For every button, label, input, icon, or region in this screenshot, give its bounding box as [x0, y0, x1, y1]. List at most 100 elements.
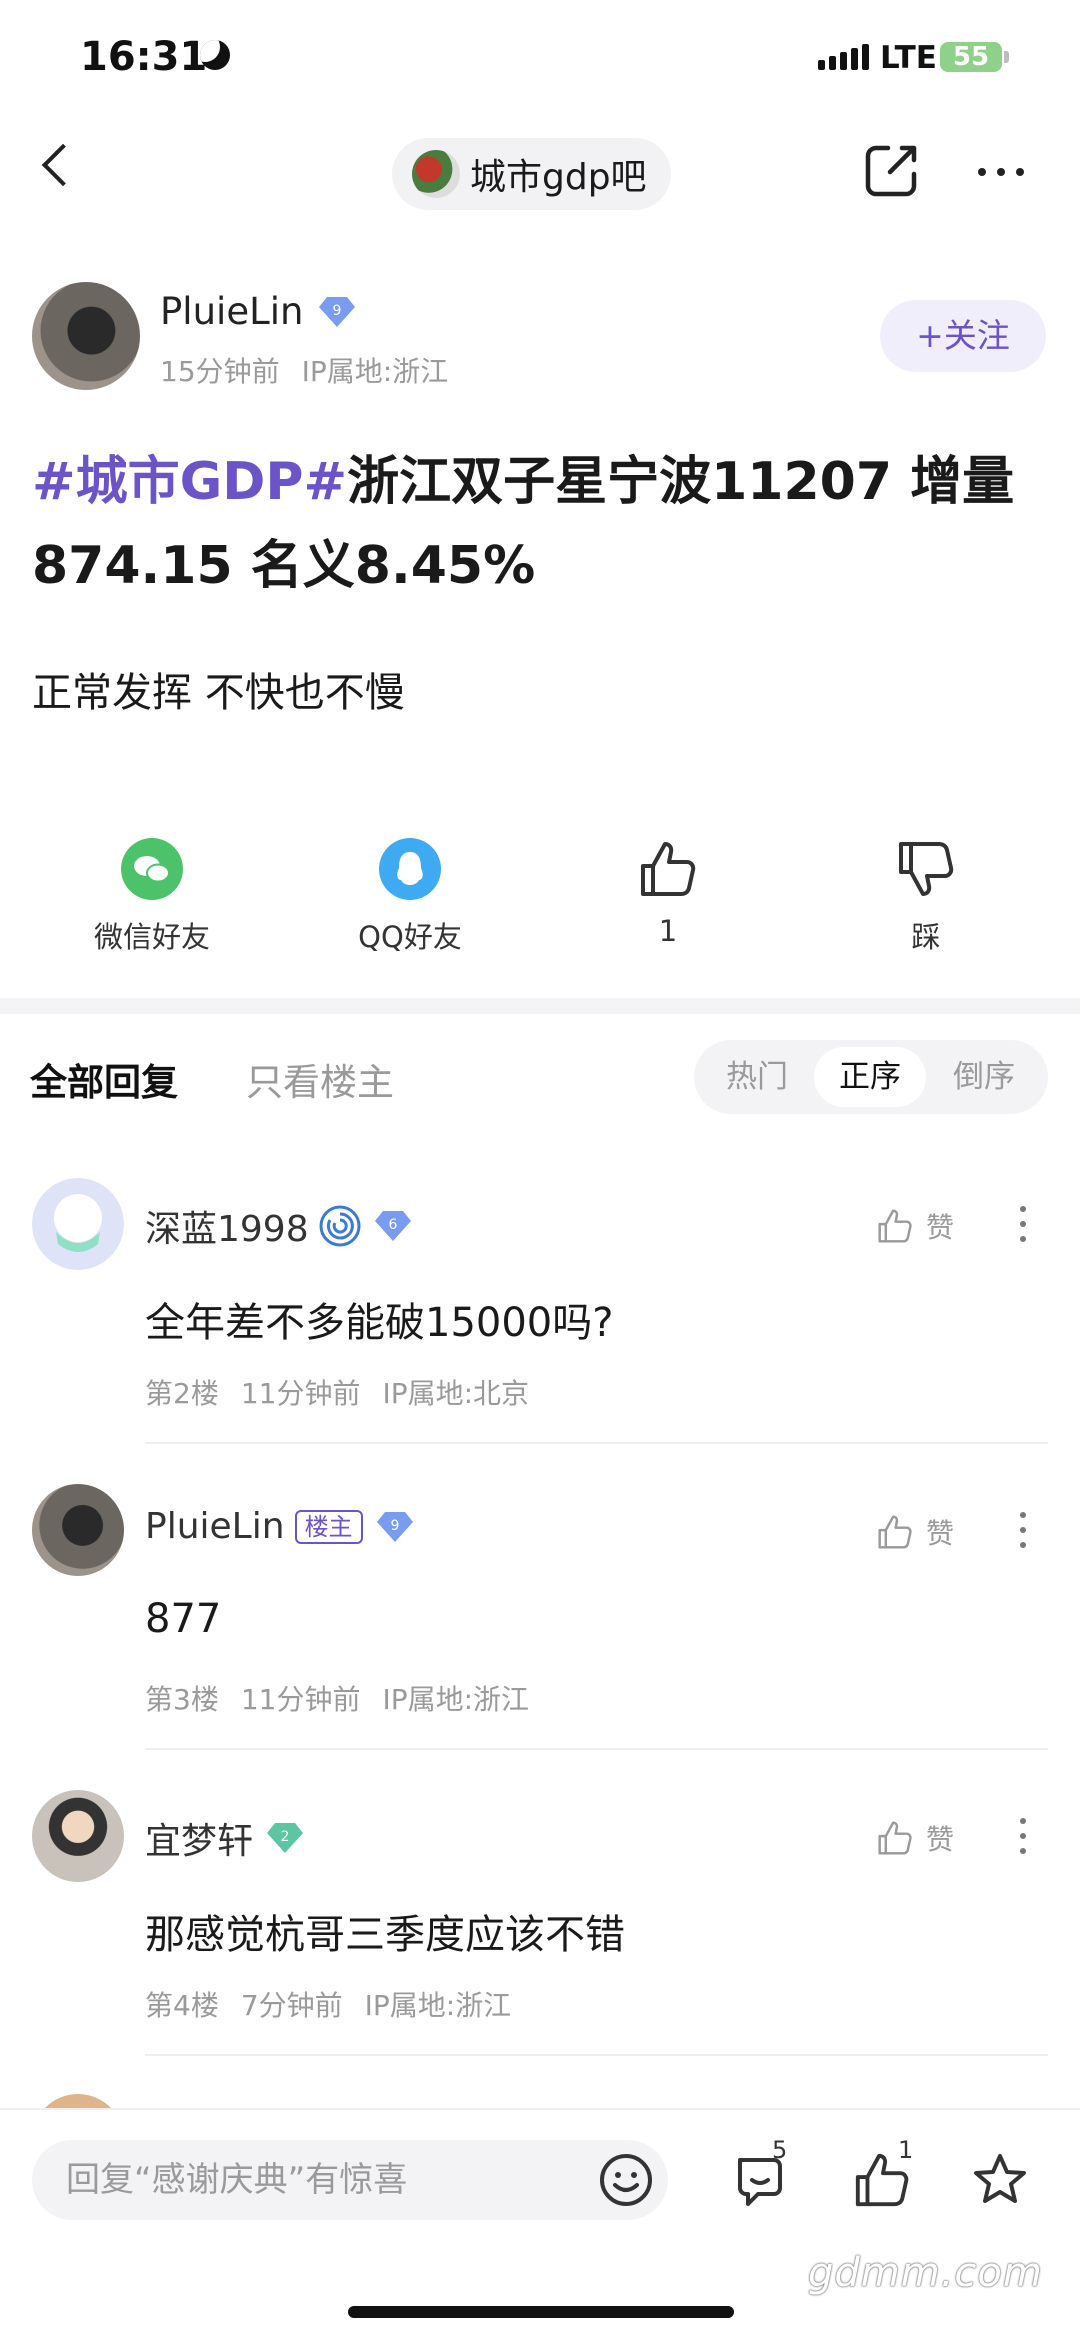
- wechat-icon: [121, 838, 183, 900]
- bar-like-count: 1: [898, 2136, 914, 2164]
- post-topic-tag[interactable]: #城市GDP#: [32, 452, 347, 512]
- post-ip: IP属地:浙江: [301, 355, 449, 388]
- reply-author[interactable]: 深蓝1998 6: [145, 1200, 415, 1252]
- reply-more-icon[interactable]: [1020, 1512, 1026, 1548]
- like-count: 1: [658, 914, 678, 948]
- reply-meta: 第4楼 7分钟前 IP属地:浙江: [145, 1984, 533, 2024]
- sort-hot[interactable]: 热门: [701, 1047, 813, 1107]
- author-name[interactable]: PluieLin 9: [160, 290, 359, 333]
- sort-ascending[interactable]: 正序: [814, 1047, 926, 1107]
- post-time: 15分钟前: [160, 355, 280, 388]
- author-meta: 15分钟前 IP属地:浙江: [160, 350, 470, 390]
- reply-level: 2: [281, 1829, 290, 1845]
- reply-more-icon[interactable]: [1020, 1206, 1026, 1242]
- section-divider: [0, 998, 1080, 1014]
- reply-input[interactable]: 回复“感谢庆典”有惊喜: [32, 2140, 668, 2220]
- reply-floor: 第3楼: [145, 1683, 219, 1716]
- reply-level: 6: [388, 1217, 397, 1233]
- reply-author[interactable]: PluieLin 楼主 9: [145, 1506, 417, 1547]
- reply-like-label: 赞: [926, 1517, 955, 1550]
- reply-author-name: PluieLin: [145, 1506, 285, 1547]
- comment-count: 5: [772, 2136, 788, 2164]
- level-badge-icon: 2: [267, 1823, 304, 1853]
- status-time: 16:31: [80, 34, 208, 80]
- reply-time: 11分钟前: [240, 1377, 361, 1410]
- level-badge-icon: 6: [374, 1211, 411, 1241]
- reply-floor: 第2楼: [145, 1377, 219, 1410]
- reply-more-icon[interactable]: [1020, 1818, 1026, 1854]
- thumb-up-icon: [641, 842, 696, 896]
- like-bar-button[interactable]: 1: [852, 2136, 913, 2210]
- follow-button[interactable]: +关注: [880, 300, 1046, 372]
- reply-level: 9: [390, 1518, 399, 1534]
- reply-meta: 第2楼 11分钟前 IP属地:北京: [145, 1372, 551, 1412]
- comment-button[interactable]: 5: [730, 2136, 790, 2210]
- signal-icon: [818, 44, 869, 70]
- tab-all-replies[interactable]: 全部回复: [30, 1052, 178, 1106]
- qq-label: QQ好友: [358, 920, 462, 954]
- wechat-label: 微信好友: [93, 920, 210, 954]
- forum-pill[interactable]: 城市gdp吧: [392, 138, 671, 210]
- share-wechat-button[interactable]: 微信好友: [62, 838, 242, 956]
- reply-avatar[interactable]: [32, 1178, 124, 1270]
- edit-icon[interactable]: [862, 142, 920, 200]
- thumb-up-icon: [878, 1515, 912, 1549]
- moon-icon: [200, 40, 230, 70]
- watermark: gdmm.com: [808, 2250, 1043, 2296]
- sort-toggle: 热门 正序 倒序: [694, 1040, 1048, 1114]
- reply-author-name: 宜梦轩: [145, 1821, 254, 1862]
- level-badge-icon: 9: [376, 1511, 413, 1542]
- reply-like-label: 赞: [926, 1211, 955, 1244]
- forum-name: 城市gdp吧: [470, 157, 647, 198]
- reply-time: 11分钟前: [240, 1683, 361, 1716]
- like-post-button[interactable]: 1: [578, 838, 758, 948]
- star-icon: [974, 2154, 1026, 2203]
- reply-divider: [145, 2054, 1048, 2056]
- reply-like-button[interactable]: 赞: [876, 1512, 954, 1552]
- post-body: 正常发挥 不快也不慢: [32, 670, 405, 716]
- reply-divider: [145, 1442, 1048, 1444]
- reply-ip: IP属地:浙江: [364, 1989, 512, 2022]
- reply-time: 7分钟前: [240, 1989, 343, 2022]
- reply-meta: 第3楼 11分钟前 IP属地:浙江: [145, 1678, 551, 1718]
- more-icon[interactable]: [978, 168, 1024, 176]
- reply-like-button[interactable]: 赞: [876, 1818, 954, 1858]
- forum-avatar: [412, 150, 460, 198]
- network-type: LTE: [880, 40, 937, 76]
- reply-text: 那感觉杭哥三季度应该不错: [145, 1912, 625, 1958]
- swirl-icon: [319, 1205, 361, 1247]
- reply-text: 全年差不多能破15000吗?: [145, 1300, 614, 1346]
- owner-tag: 楼主: [294, 1509, 363, 1544]
- dislike-post-button[interactable]: 踩: [836, 838, 1016, 956]
- reply-ip: IP属地:北京: [382, 1377, 530, 1410]
- thumb-up-icon: [878, 1209, 912, 1243]
- home-indicator[interactable]: [348, 2306, 734, 2318]
- reply-text: 877: [145, 1596, 222, 1642]
- battery-tip: [1004, 51, 1009, 63]
- reply-like-label: 赞: [926, 1823, 955, 1856]
- qq-icon: [379, 838, 441, 900]
- tab-owner-only[interactable]: 只看楼主: [246, 1052, 394, 1106]
- favorite-button[interactable]: [970, 2150, 1030, 2210]
- reply-avatar[interactable]: [32, 1790, 124, 1882]
- sort-descending[interactable]: 倒序: [928, 1047, 1040, 1107]
- author-level: 9: [333, 303, 342, 319]
- author-name-text: PluieLin: [160, 290, 304, 333]
- thumb-down-icon: [899, 842, 954, 896]
- battery-icon: 55: [940, 42, 1002, 72]
- author-avatar[interactable]: [32, 282, 140, 390]
- reply-divider: [145, 1748, 1048, 1750]
- back-icon[interactable]: [41, 143, 85, 187]
- level-badge-icon: 9: [319, 296, 356, 327]
- post-title: #城市GDP#浙江双子星宁波11207 增量874.15 名义8.45%: [32, 440, 1042, 608]
- reply-author-name: 深蓝1998: [145, 1209, 309, 1250]
- reply-avatar[interactable]: [32, 1484, 124, 1576]
- reply-author[interactable]: 宜梦轩 2: [145, 1812, 307, 1864]
- reply-placeholder: 回复“感谢庆典”有惊喜: [66, 2160, 408, 2200]
- share-qq-button[interactable]: QQ好友: [320, 838, 500, 956]
- reply-like-button[interactable]: 赞: [876, 1206, 954, 1246]
- reply-floor: 第4楼: [145, 1989, 219, 2022]
- emoji-icon[interactable]: [598, 2152, 654, 2208]
- dislike-label: 踩: [911, 920, 941, 954]
- thumb-up-icon: [878, 1821, 912, 1855]
